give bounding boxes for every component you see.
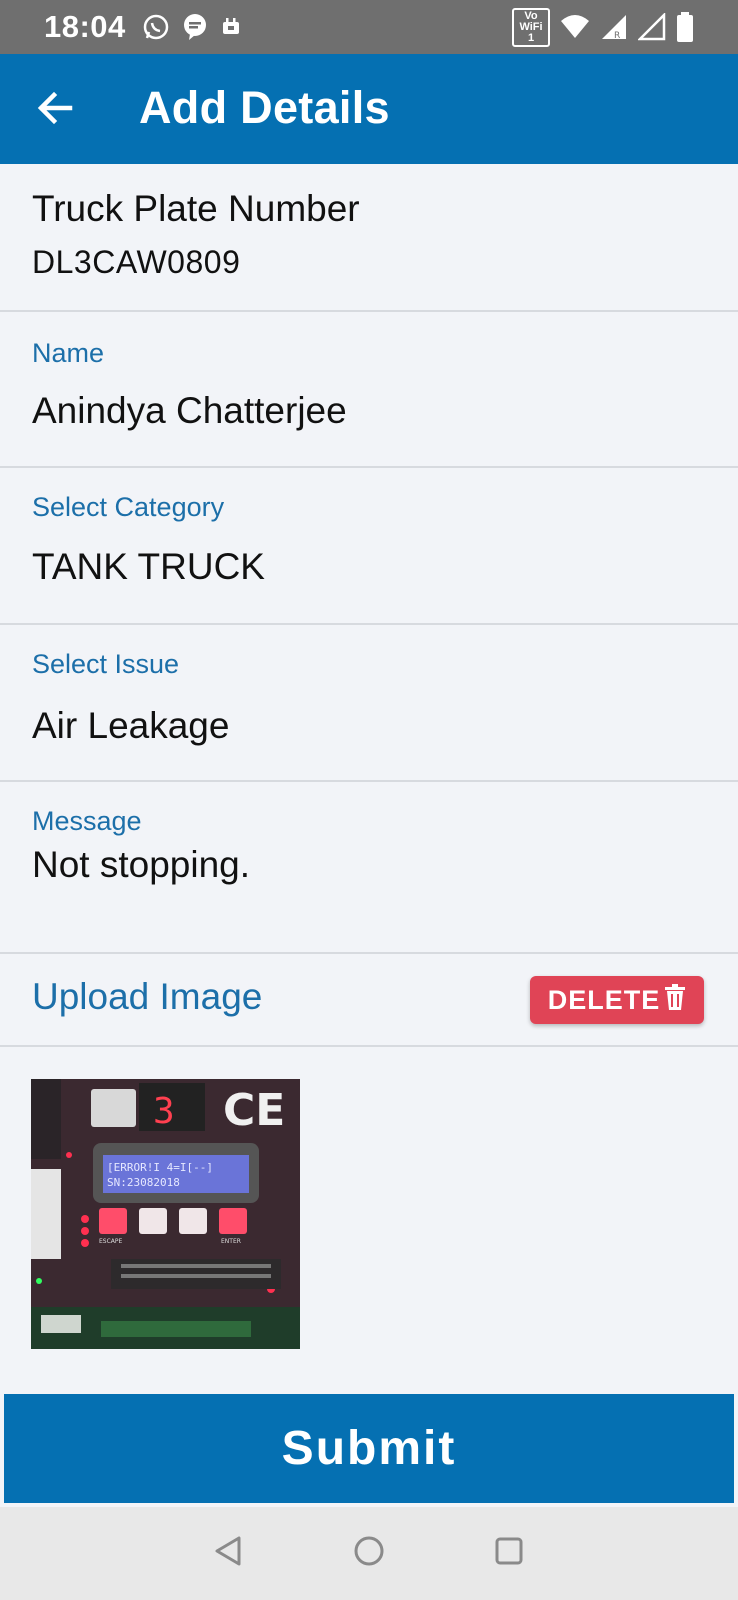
ce-mark: CE — [223, 1085, 285, 1136]
escape-label: ESCAPE — [99, 1238, 123, 1245]
status-time: 18:04 — [44, 9, 126, 44]
page-title: Add Details — [139, 82, 390, 133]
enter-label: ENTER — [221, 1238, 241, 1245]
segment-digit: 3 — [153, 1091, 175, 1132]
issue-select[interactable]: Select Issue Air Leakage — [0, 625, 738, 782]
wifi-icon — [560, 14, 590, 40]
name-label: Name — [32, 338, 105, 368]
message-label: Message — [32, 806, 142, 836]
lcd-line-1: [ERROR!I 4=I[--] — [107, 1161, 213, 1174]
nav-back-icon[interactable] — [213, 1535, 245, 1572]
notification-icon — [220, 16, 242, 38]
nav-home-icon[interactable] — [353, 1535, 385, 1572]
issue-value[interactable]: Air Leakage — [32, 705, 229, 747]
uploaded-photo[interactable]: 3 CE [ERROR!I 4=I[--] SN:23082018 ESCAPE… — [31, 1079, 300, 1349]
status-icons-left — [142, 13, 242, 41]
status-icons-right: Vo WiFi 1 R — [512, 7, 694, 47]
vowifi-icon: Vo WiFi 1 — [512, 7, 550, 47]
trash-icon — [664, 983, 686, 1017]
name-field[interactable]: Name Anindya Chatterjee — [0, 312, 738, 468]
upload-section: Upload Image DELETE — [0, 954, 738, 1047]
upload-image-button[interactable]: Upload Image — [32, 976, 262, 1018]
svg-text:R: R — [614, 31, 620, 41]
nav-recents-icon[interactable] — [493, 1535, 525, 1572]
app-bar: Add Details — [0, 54, 738, 164]
delete-label: DELETE — [547, 984, 661, 1015]
lcd-line-2: SN:23082018 — [107, 1176, 180, 1189]
status-bar: 18:04 Vo WiFi 1 R — [0, 0, 738, 54]
message-field[interactable]: Message Not stopping. — [0, 782, 738, 954]
plate-section: Truck Plate Number DL3CAW0809 — [0, 164, 738, 312]
category-value[interactable]: TANK TRUCK — [32, 546, 265, 588]
category-select[interactable]: Select Category TANK TRUCK — [0, 468, 738, 625]
signal-icon-2 — [638, 13, 666, 41]
chat-icon — [182, 13, 208, 41]
system-nav-bar — [0, 1507, 738, 1600]
plate-label: Truck Plate Number — [32, 188, 360, 229]
issue-label: Select Issue — [32, 649, 180, 679]
plate-value: DL3CAW0809 — [32, 244, 241, 280]
name-value[interactable]: Anindya Chatterjee — [32, 390, 347, 432]
submit-label: Submit — [281, 1422, 457, 1475]
delete-button[interactable]: DELETE — [530, 976, 704, 1024]
battery-icon — [676, 12, 694, 42]
submit-button[interactable]: Submit — [4, 1394, 734, 1503]
whatsapp-icon — [142, 13, 170, 41]
category-label: Select Category — [32, 492, 225, 522]
signal-icon: R — [600, 13, 628, 41]
arrow-left-icon[interactable] — [36, 88, 76, 128]
message-value[interactable]: Not stopping. — [32, 844, 250, 886]
